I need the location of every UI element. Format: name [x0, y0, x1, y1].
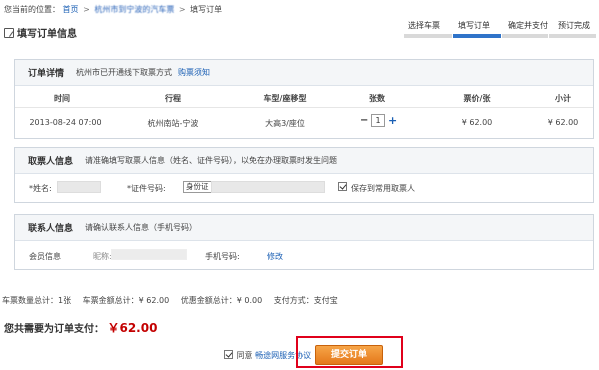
order-time: 2013-08-24 07:00 — [29, 118, 102, 127]
column-header-price: 票价/张 — [463, 94, 491, 103]
ticket-taker-desc: 请准确填写取票人信息（姓名、证件号码），以免在办理取票时发生问题 — [85, 156, 338, 165]
edit-icon — [4, 27, 14, 38]
order-price: ¥ 62.00 — [461, 118, 493, 127]
contact-header: 联系人信息 请确认联系人信息（手机号码） — [15, 215, 593, 241]
total-label: 您共需要为订单支付： — [4, 324, 104, 335]
decrease-quantity-button[interactable]: − — [360, 115, 368, 126]
id-number-label: *证件号码: — [127, 184, 166, 193]
order-subtotal: ¥ 62.00 — [547, 118, 579, 127]
ticket-taker-section: 取票人信息 请准确填写取票人信息（姓名、证件号码），以免在办理取票时发生问题 *… — [14, 147, 594, 203]
contact-desc: 请确认联系人信息（手机号码） — [85, 223, 198, 232]
step-bar-2-active — [453, 34, 501, 38]
step-bar-1 — [404, 34, 452, 38]
quantity-stepper: − 1 + — [360, 114, 397, 127]
total-payable: 您共需要为订单支付： ￥62.00 — [4, 319, 157, 336]
increase-quantity-button[interactable]: + — [388, 114, 397, 127]
agree-prefix: 同意 — [236, 351, 253, 360]
nickname-label: 昵称: — [93, 252, 112, 261]
name-field[interactable] — [57, 181, 101, 193]
quantity-input[interactable]: 1 — [371, 114, 385, 127]
id-number-field[interactable] — [211, 181, 325, 193]
breadcrumb-route-link[interactable]: 杭州市到宁波的汽车票 — [94, 5, 174, 14]
edit-contact-link[interactable]: 修改 — [267, 251, 283, 262]
order-details-desc: 杭州市已开通线下取票方式 — [76, 68, 173, 77]
step-indicator: 选择车票 填写订单 确定并支付 预订完成 — [404, 18, 596, 38]
step-bar-3 — [502, 34, 548, 38]
contact-section: 联系人信息 请确认联系人信息（手机号码） 会员信息 昵称: 手机号码: 修改 — [14, 214, 594, 270]
order-details-header: 订单详情 杭州市已开通线下取票方式 购票须知 — [15, 60, 593, 86]
phone-label: 手机号码: — [205, 252, 240, 261]
table-divider — [15, 107, 593, 108]
ticket-taker-header: 取票人信息 请准确填写取票人信息（姓名、证件号码），以免在办理取票时发生问题 — [15, 148, 593, 174]
breadcrumb-current: 填写订单 — [190, 5, 223, 14]
column-header-subtotal: 小计 — [555, 94, 571, 103]
breadcrumb-separator: > — [83, 5, 90, 14]
ticket-notice-link[interactable]: 购票须知 — [178, 67, 210, 78]
order-details-title: 订单详情 — [28, 69, 65, 79]
order-details-section: 订单详情 杭州市已开通线下取票方式 购票须知 时间 行程 车型/座移型 张数 票… — [14, 59, 594, 139]
breadcrumb-separator: > — [178, 5, 186, 14]
step-fill-order: 填写订单 — [458, 21, 490, 30]
agree-checkbox[interactable] — [224, 350, 233, 359]
ticket-count-total: 车票数量总计：1张 — [2, 296, 72, 305]
step-confirm-pay: 确定并支付 — [508, 21, 548, 30]
order-summary: 车票数量总计：1张 车票金额总计：¥ 62.00 优惠金额总计：¥ 0.00 支… — [2, 295, 347, 306]
save-taker-checkbox[interactable] — [338, 182, 347, 191]
column-header-seat-type: 车型/座移型 — [263, 94, 307, 103]
step-select-ticket: 选择车票 — [408, 21, 440, 30]
page-title: 填写订单信息 — [4, 25, 77, 40]
order-route: 杭州南站-宁波 — [147, 119, 199, 128]
column-header-time: 时间 — [54, 94, 70, 103]
total-amount: ￥62.00 — [107, 321, 158, 335]
name-label: *姓名: — [29, 184, 52, 193]
order-seat-type: 大高3/座位 — [265, 119, 305, 128]
page-title-text: 填写订单信息 — [17, 29, 77, 40]
step-bar-4 — [549, 34, 596, 38]
ticket-taker-title: 取票人信息 — [28, 157, 74, 167]
id-type-value: 身份证 — [186, 182, 209, 191]
column-header-quantity: 张数 — [369, 94, 385, 103]
nickname-value — [111, 249, 187, 260]
contact-title: 联系人信息 — [28, 224, 74, 234]
submit-order-button[interactable]: 提交订单 — [315, 345, 383, 365]
payment-method: 支付方式：支付宝 — [273, 296, 338, 305]
discount-total: 优惠金额总计：¥ 0.00 — [180, 296, 263, 305]
step-complete: 预订完成 — [558, 21, 590, 30]
breadcrumb: 您当前的位置： 首页 > 杭州市到宁波的汽车票 > 填写订单 — [4, 4, 222, 15]
ticket-amount-total: 车票金额总计：¥ 62.00 — [82, 296, 170, 305]
breadcrumb-home-link[interactable]: 首页 — [63, 5, 79, 14]
member-info-label: 会员信息 — [29, 252, 61, 261]
column-header-route: 行程 — [165, 94, 181, 103]
save-taker-label: 保存到常用取票人 — [351, 184, 415, 193]
breadcrumb-prefix: 您当前的位置： — [4, 5, 60, 14]
